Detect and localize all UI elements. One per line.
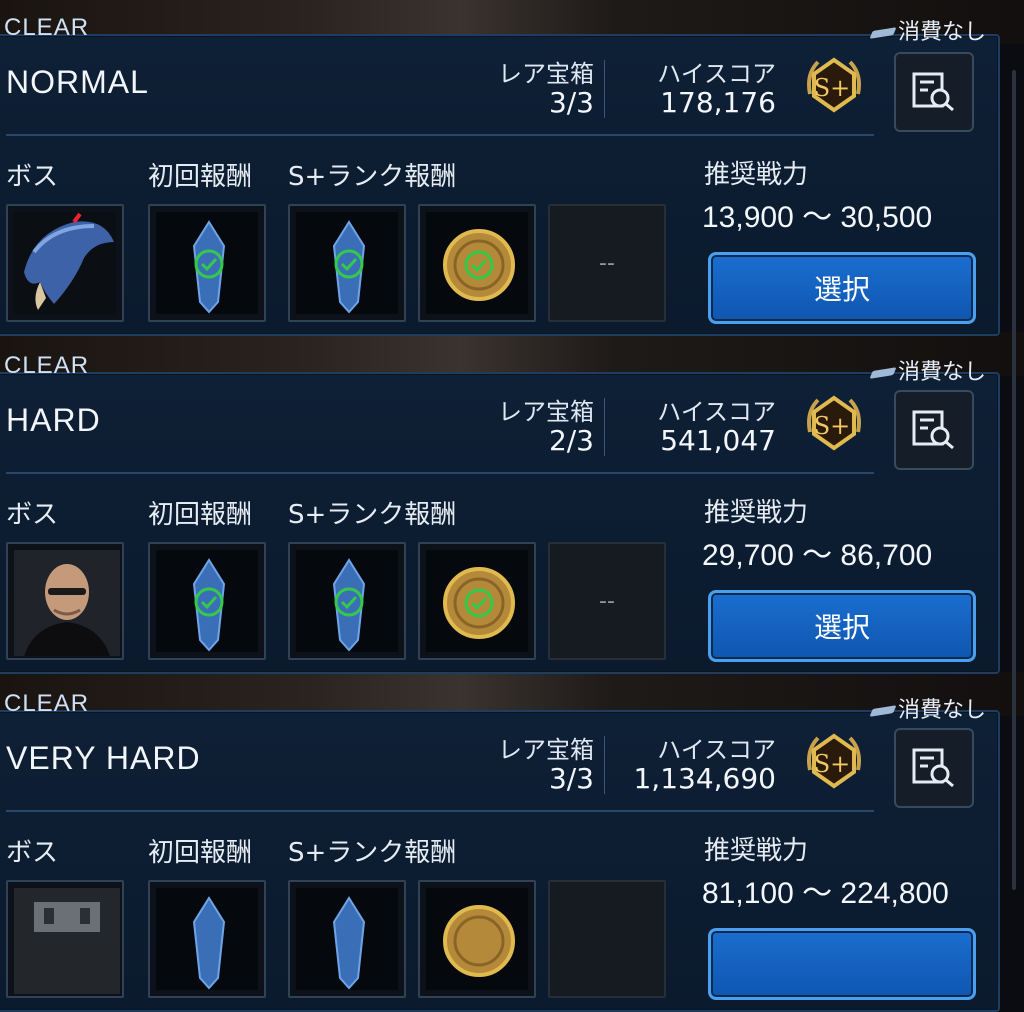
boss-slot[interactable]: [6, 204, 124, 322]
ticket-icon: [869, 705, 897, 717]
rare-chest-value: 2/3: [548, 424, 594, 457]
clear-status: CLEAR: [4, 14, 90, 41]
search-list-icon: [912, 748, 954, 788]
select-button[interactable]: 選択: [708, 252, 976, 324]
reward-slot[interactable]: [288, 204, 406, 322]
high-score-value: 1,134,690: [633, 762, 776, 795]
rare-chest-label: レア宝箱: [498, 398, 594, 426]
robot-boss-icon: [14, 888, 120, 994]
first-reward-label: 初回報酬: [148, 838, 253, 868]
section-divider: [6, 134, 874, 136]
rank-badge-icon: S+: [807, 733, 861, 789]
boss-label: ボス: [6, 162, 59, 192]
difficulty-panel-very-hard: VERY HARD レア宝箱 3/3 ハイスコア 1,134,690 S+ ボス…: [0, 710, 1000, 1012]
rare-chest-label: レア宝箱: [498, 736, 594, 764]
rare-chest-value: 3/3: [548, 762, 594, 795]
clear-status: CLEAR: [4, 690, 90, 717]
srank-reward-label: S+ランク報酬: [288, 162, 457, 192]
gold-coin-reward-icon: [443, 229, 515, 301]
rank-text: S+: [814, 412, 851, 440]
cost-text: 消費なし: [897, 698, 986, 723]
reward-slot[interactable]: [418, 204, 536, 322]
reward-slot[interactable]: [288, 542, 406, 660]
gold-coin-reward-icon: [443, 567, 515, 639]
first-reward-label: 初回報酬: [148, 162, 253, 192]
srank-reward-label: S+ランク報酬: [288, 500, 457, 530]
crystal-reward-icon: [332, 220, 366, 314]
rank-badge-icon: S+: [807, 57, 861, 113]
boss-label: ボス: [6, 838, 59, 868]
ticket-icon: [869, 27, 897, 39]
bald-man-boss-icon: [14, 550, 120, 656]
high-score-label: ハイスコア: [657, 60, 776, 88]
empty-reward-slot: --: [548, 204, 666, 322]
rank-badge-icon: S+: [807, 395, 861, 451]
crystal-reward-icon: [332, 896, 366, 990]
cost-label: 消費なし: [869, 354, 986, 386]
first-reward-label: 初回報酬: [148, 500, 253, 530]
rare-chest-label: レア宝箱: [498, 60, 594, 88]
clear-status: CLEAR: [4, 352, 90, 379]
difficulty-panel-normal: NORMAL レア宝箱 3/3 ハイスコア 178,176 S+ ボス 初回報酬…: [0, 34, 1000, 336]
difficulty-name: HARD: [6, 402, 101, 438]
boss-label: ボス: [6, 500, 59, 530]
high-score-label: ハイスコア: [657, 736, 776, 764]
divider: [604, 398, 605, 456]
recommended-power-value: 13,900 ～ 30,500: [702, 201, 933, 234]
crystal-reward-icon: [192, 896, 226, 990]
high-score-value: 541,047: [660, 424, 776, 457]
empty-reward-slot: --: [548, 542, 666, 660]
empty-slot-text: --: [599, 250, 615, 276]
rare-chest-value: 3/3: [548, 86, 594, 119]
divider: [604, 736, 605, 794]
cost-text: 消費なし: [897, 20, 986, 45]
boss-slot[interactable]: [6, 542, 124, 660]
cost-text: 消費なし: [897, 360, 986, 385]
reward-slot[interactable]: [148, 880, 266, 998]
recommended-power-label: 推奨戦力: [704, 836, 809, 866]
rank-text: S+: [814, 74, 851, 102]
crystal-reward-icon: [192, 558, 226, 652]
details-button[interactable]: [894, 52, 974, 132]
recommended-power-label: 推奨戦力: [704, 160, 809, 190]
ticket-icon: [869, 367, 897, 379]
cost-label: 消費なし: [869, 692, 986, 724]
select-button[interactable]: 選択: [708, 590, 976, 662]
high-score-value: 178,176: [660, 86, 776, 119]
srank-reward-label: S+ランク報酬: [288, 838, 457, 868]
empty-reward-slot: [548, 880, 666, 998]
section-divider: [6, 810, 874, 812]
details-button[interactable]: [894, 390, 974, 470]
blue-bird-boss-icon: [24, 212, 114, 310]
section-divider: [6, 472, 874, 474]
divider: [604, 60, 605, 118]
recommended-power-value: 29,700 ～ 86,700: [702, 539, 933, 572]
high-score-label: ハイスコア: [657, 398, 776, 426]
reward-slot[interactable]: [288, 880, 406, 998]
recommended-power-label: 推奨戦力: [704, 498, 809, 528]
reward-slot[interactable]: [148, 204, 266, 322]
difficulty-name: VERY HARD: [6, 740, 201, 776]
reward-slot[interactable]: [418, 542, 536, 660]
cost-label: 消費なし: [869, 14, 986, 46]
details-button[interactable]: [894, 728, 974, 808]
search-list-icon: [912, 410, 954, 450]
search-list-icon: [912, 72, 954, 112]
rank-text: S+: [814, 750, 851, 778]
crystal-reward-icon: [192, 220, 226, 314]
difficulty-name: NORMAL: [6, 64, 149, 100]
gold-coin-reward-icon: [443, 905, 515, 977]
reward-slot[interactable]: [148, 542, 266, 660]
difficulty-panel-hard: HARD レア宝箱 2/3 ハイスコア 541,047 S+ ボス 初回報酬 S…: [0, 372, 1000, 674]
recommended-power-value: 81,100 ～ 224,800: [702, 877, 949, 910]
empty-slot-text: --: [599, 588, 615, 614]
scrollbar[interactable]: [1012, 70, 1016, 890]
reward-slot[interactable]: [418, 880, 536, 998]
select-button[interactable]: [708, 928, 976, 1000]
boss-slot[interactable]: [6, 880, 124, 998]
crystal-reward-icon: [332, 558, 366, 652]
